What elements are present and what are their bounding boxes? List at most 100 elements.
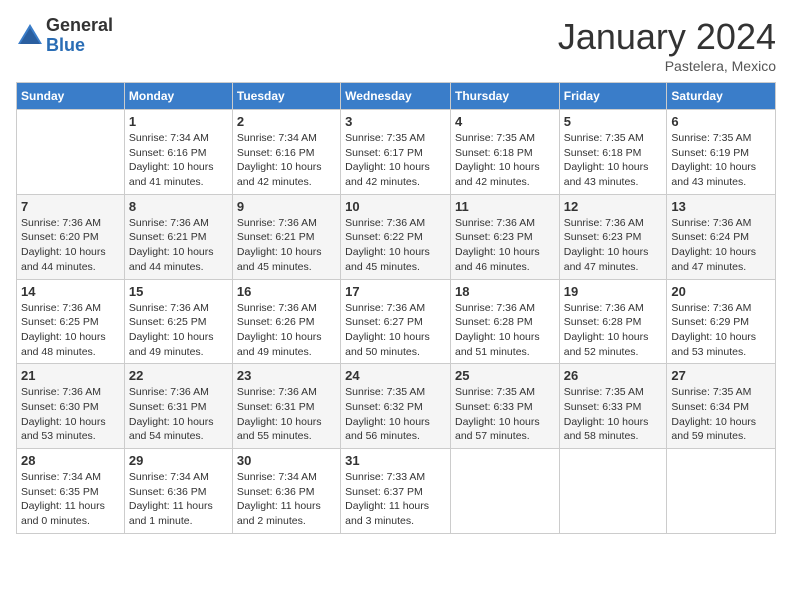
day-info: Sunrise: 7:36 AMSunset: 6:21 PMDaylight:…: [129, 216, 228, 275]
day-number: 15: [129, 284, 228, 299]
calendar-cell: 3 Sunrise: 7:35 AMSunset: 6:17 PMDaylight…: [341, 110, 451, 195]
day-info: Sunrise: 7:35 AMSunset: 6:34 PMDaylight:…: [671, 385, 771, 444]
day-info: Sunrise: 7:34 AMSunset: 6:36 PMDaylight:…: [237, 470, 336, 529]
day-number: 19: [564, 284, 663, 299]
day-info: Sunrise: 7:34 AMSunset: 6:36 PMDaylight:…: [129, 470, 228, 529]
day-number: 3: [345, 114, 446, 129]
day-info: Sunrise: 7:36 AMSunset: 6:25 PMDaylight:…: [21, 301, 120, 360]
day-number: 23: [237, 368, 336, 383]
calendar-cell: 9 Sunrise: 7:36 AMSunset: 6:21 PMDaylight…: [232, 194, 340, 279]
calendar-cell: 14 Sunrise: 7:36 AMSunset: 6:25 PMDayligh…: [17, 279, 125, 364]
calendar-cell: [667, 449, 776, 534]
calendar-cell: [450, 449, 559, 534]
day-number: 21: [21, 368, 120, 383]
title-block: January 2024 Pastelera, Mexico: [558, 16, 776, 74]
calendar-cell: 4Sunrise: 7:35 AMSunset: 6:18 PMDaylight…: [450, 110, 559, 195]
page-header: General Blue January 2024 Pastelera, Mex…: [16, 16, 776, 74]
calendar-cell: 30 Sunrise: 7:34 AMSunset: 6:36 PMDayligh…: [232, 449, 340, 534]
day-number: 28: [21, 453, 120, 468]
day-number: 2: [237, 114, 336, 129]
day-info: Sunrise: 7:35 AMSunset: 6:18 PMDaylight:…: [564, 131, 663, 190]
calendar-cell: 15Sunrise: 7:36 AMSunset: 6:25 PMDayligh…: [124, 279, 232, 364]
header-cell-tuesday: Tuesday: [232, 83, 340, 110]
calendar-cell: 27 Sunrise: 7:35 AMSunset: 6:34 PMDayligh…: [667, 364, 776, 449]
header-cell-thursday: Thursday: [450, 83, 559, 110]
day-number: 20: [671, 284, 771, 299]
day-number: 24: [345, 368, 446, 383]
day-number: 11: [455, 199, 555, 214]
calendar-cell: 21 Sunrise: 7:36 AMSunset: 6:30 PMDayligh…: [17, 364, 125, 449]
day-number: 22: [129, 368, 228, 383]
day-number: 8: [129, 199, 228, 214]
day-number: 27: [671, 368, 771, 383]
calendar-week-4: 21 Sunrise: 7:36 AMSunset: 6:30 PMDayligh…: [17, 364, 776, 449]
calendar-cell: 18 Sunrise: 7:36 AMSunset: 6:28 PMDayligh…: [450, 279, 559, 364]
calendar-cell: 22 Sunrise: 7:36 AMSunset: 6:31 PMDayligh…: [124, 364, 232, 449]
calendar-cell: [17, 110, 125, 195]
day-number: 6: [671, 114, 771, 129]
day-number: 7: [21, 199, 120, 214]
calendar-cell: 16Sunrise: 7:36 AMSunset: 6:26 PMDayligh…: [232, 279, 340, 364]
day-number: 26: [564, 368, 663, 383]
logo-blue: Blue: [46, 36, 113, 56]
logo-icon: [16, 22, 44, 50]
calendar-week-5: 28 Sunrise: 7:34 AMSunset: 6:35 PMDayligh…: [17, 449, 776, 534]
calendar-cell: 29 Sunrise: 7:34 AMSunset: 6:36 PMDayligh…: [124, 449, 232, 534]
day-info: Sunrise: 7:33 AMSunset: 6:37 PMDaylight:…: [345, 470, 446, 529]
day-number: 1: [129, 114, 228, 129]
logo-text: General Blue: [46, 16, 113, 56]
calendar-cell: 23 Sunrise: 7:36 AMSunset: 6:31 PMDayligh…: [232, 364, 340, 449]
calendar-table: SundayMondayTuesdayWednesdayThursdayFrid…: [16, 82, 776, 534]
location: Pastelera, Mexico: [558, 58, 776, 74]
calendar-cell: 20 Sunrise: 7:36 AMSunset: 6:29 PMDayligh…: [667, 279, 776, 364]
day-info: Sunrise: 7:34 AMSunset: 6:16 PMDaylight:…: [237, 131, 336, 190]
calendar-cell: 11 Sunrise: 7:36 AMSunset: 6:23 PMDayligh…: [450, 194, 559, 279]
calendar-cell: 19Sunrise: 7:36 AMSunset: 6:28 PMDayligh…: [559, 279, 667, 364]
day-info: Sunrise: 7:36 AMSunset: 6:24 PMDaylight:…: [671, 216, 771, 275]
day-info: Sunrise: 7:36 AMSunset: 6:23 PMDaylight:…: [455, 216, 555, 275]
day-info: Sunrise: 7:35 AMSunset: 6:17 PMDaylight:…: [345, 131, 446, 190]
day-number: 18: [455, 284, 555, 299]
calendar-week-3: 14 Sunrise: 7:36 AMSunset: 6:25 PMDayligh…: [17, 279, 776, 364]
day-number: 30: [237, 453, 336, 468]
day-number: 29: [129, 453, 228, 468]
header-row: SundayMondayTuesdayWednesdayThursdayFrid…: [17, 83, 776, 110]
day-number: 13: [671, 199, 771, 214]
header-cell-monday: Monday: [124, 83, 232, 110]
calendar-cell: 17Sunrise: 7:36 AMSunset: 6:27 PMDayligh…: [341, 279, 451, 364]
calendar-cell: 25 Sunrise: 7:35 AMSunset: 6:33 PMDayligh…: [450, 364, 559, 449]
calendar-cell: 24Sunrise: 7:35 AMSunset: 6:32 PMDayligh…: [341, 364, 451, 449]
day-info: Sunrise: 7:36 AMSunset: 6:20 PMDaylight:…: [21, 216, 120, 275]
day-info: Sunrise: 7:36 AMSunset: 6:29 PMDaylight:…: [671, 301, 771, 360]
day-info: Sunrise: 7:36 AMSunset: 6:28 PMDaylight:…: [455, 301, 555, 360]
day-number: 25: [455, 368, 555, 383]
calendar-cell: 26 Sunrise: 7:35 AMSunset: 6:33 PMDayligh…: [559, 364, 667, 449]
day-info: Sunrise: 7:36 AMSunset: 6:27 PMDaylight:…: [345, 301, 446, 360]
header-cell-wednesday: Wednesday: [341, 83, 451, 110]
header-cell-saturday: Saturday: [667, 83, 776, 110]
day-number: 9: [237, 199, 336, 214]
day-info: Sunrise: 7:34 AMSunset: 6:35 PMDaylight:…: [21, 470, 120, 529]
day-number: 4: [455, 114, 555, 129]
month-title: January 2024: [558, 16, 776, 58]
day-info: Sunrise: 7:36 AMSunset: 6:31 PMDaylight:…: [237, 385, 336, 444]
calendar-header: SundayMondayTuesdayWednesdayThursdayFrid…: [17, 83, 776, 110]
day-info: Sunrise: 7:35 AMSunset: 6:19 PMDaylight:…: [671, 131, 771, 190]
day-number: 14: [21, 284, 120, 299]
day-number: 31: [345, 453, 446, 468]
calendar-cell: 10Sunrise: 7:36 AMSunset: 6:22 PMDayligh…: [341, 194, 451, 279]
day-info: Sunrise: 7:36 AMSunset: 6:21 PMDaylight:…: [237, 216, 336, 275]
day-info: Sunrise: 7:36 AMSunset: 6:30 PMDaylight:…: [21, 385, 120, 444]
day-info: Sunrise: 7:35 AMSunset: 6:33 PMDaylight:…: [564, 385, 663, 444]
calendar-cell: [559, 449, 667, 534]
day-number: 5: [564, 114, 663, 129]
calendar-cell: 28 Sunrise: 7:34 AMSunset: 6:35 PMDayligh…: [17, 449, 125, 534]
calendar-cell: 31 Sunrise: 7:33 AMSunset: 6:37 PMDayligh…: [341, 449, 451, 534]
calendar-week-1: 1 Sunrise: 7:34 AMSunset: 6:16 PMDaylight…: [17, 110, 776, 195]
calendar-cell: 2 Sunrise: 7:34 AMSunset: 6:16 PMDaylight…: [232, 110, 340, 195]
day-number: 16: [237, 284, 336, 299]
logo: General Blue: [16, 16, 113, 56]
calendar-cell: 5 Sunrise: 7:35 AMSunset: 6:18 PMDaylight…: [559, 110, 667, 195]
day-info: Sunrise: 7:36 AMSunset: 6:31 PMDaylight:…: [129, 385, 228, 444]
day-info: Sunrise: 7:35 AMSunset: 6:33 PMDaylight:…: [455, 385, 555, 444]
